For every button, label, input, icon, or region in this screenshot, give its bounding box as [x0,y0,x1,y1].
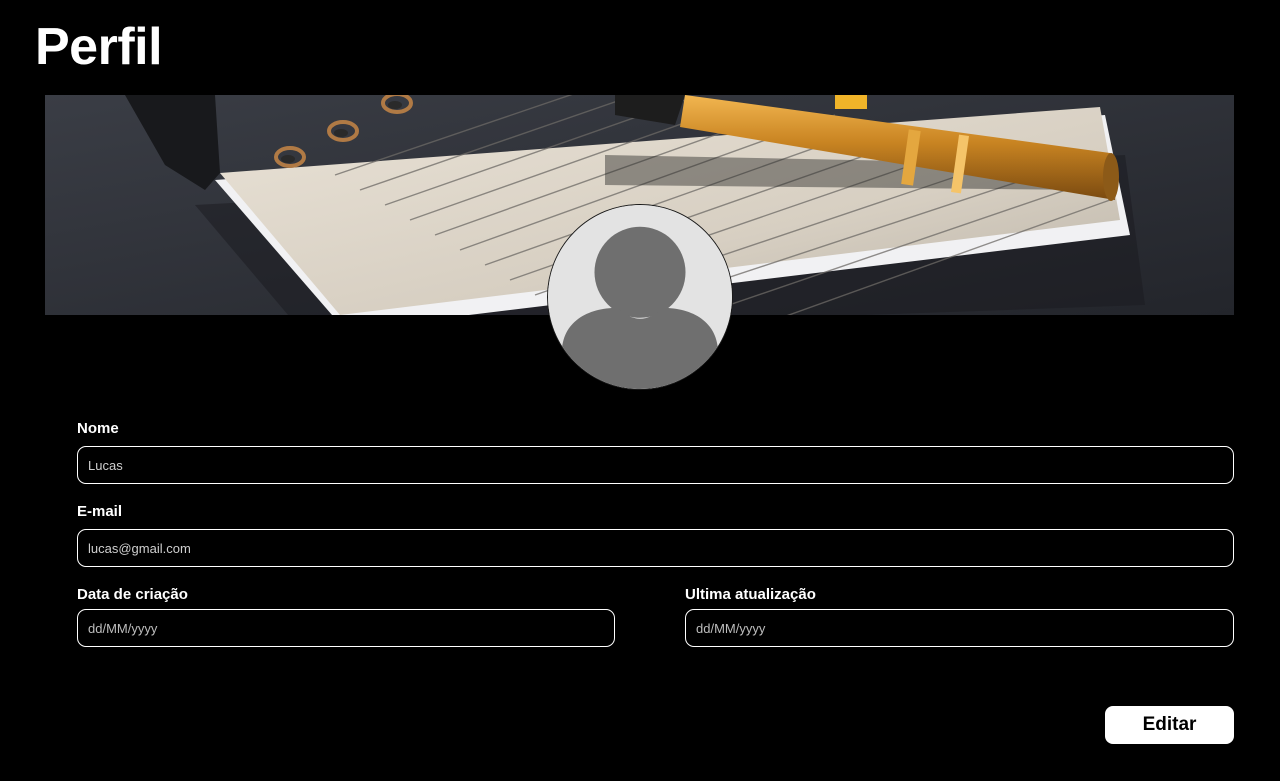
avatar[interactable] [547,204,733,390]
name-label: Nome [77,420,119,437]
profile-page: Perfil Nome Lucas E-mail lucas@gmail.com… [0,0,1280,781]
user-silhouette-icon [548,205,732,389]
email-input[interactable] [77,529,1234,567]
updated-date-label: Ultima atualização [685,586,816,603]
created-date-label: Data de criação [77,586,188,603]
edit-button[interactable]: Editar [1105,706,1234,744]
page-title: Perfil [35,18,163,76]
updated-date-input[interactable] [685,609,1234,647]
name-input[interactable] [77,446,1234,484]
email-label: E-mail [77,503,123,520]
created-date-input[interactable] [77,609,615,647]
